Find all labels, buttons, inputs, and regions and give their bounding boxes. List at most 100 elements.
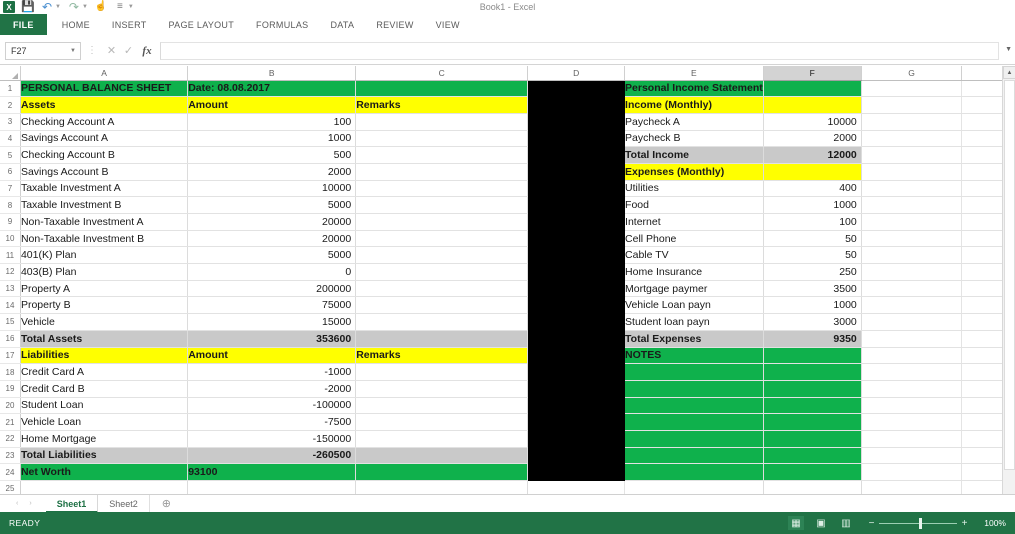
cell-B8[interactable]: 5000: [187, 196, 357, 214]
vertical-scroll-thumb[interactable]: [1004, 80, 1015, 470]
cell-C5[interactable]: [355, 146, 529, 164]
qat-dropdown-icon[interactable]: ▼: [128, 4, 134, 10]
cell-G9[interactable]: [861, 213, 963, 231]
cell-G10[interactable]: [861, 230, 963, 248]
cell-C24[interactable]: [355, 463, 529, 481]
cell-G17[interactable]: [861, 347, 963, 365]
cell-E20[interactable]: [624, 397, 764, 415]
cell-E24[interactable]: [624, 463, 764, 481]
expand-formula-bar-icon[interactable]: ▼: [1005, 46, 1012, 53]
cell-C1[interactable]: [355, 80, 529, 98]
cell-G22[interactable]: [861, 430, 963, 448]
cell-C20[interactable]: [355, 397, 529, 415]
cell-B24[interactable]: 93100: [187, 463, 357, 481]
cell-G20[interactable]: [861, 397, 963, 415]
row-header-24[interactable]: 24: [0, 463, 21, 481]
sheet-tab-sheet1[interactable]: Sheet1: [45, 494, 99, 513]
cell-G6[interactable]: [861, 163, 963, 181]
sheet-tab-sheet2[interactable]: Sheet2: [98, 494, 150, 513]
cell-E5[interactable]: Total Income: [624, 146, 764, 164]
row-header-17[interactable]: 17: [0, 347, 21, 365]
cell-B13[interactable]: 200000: [187, 280, 357, 298]
ribbon-tab-formulas[interactable]: FORMULAS: [245, 14, 319, 35]
cell-D3[interactable]: [527, 113, 626, 131]
cell-B19[interactable]: -2000: [187, 380, 357, 398]
cell-C8[interactable]: [355, 196, 529, 214]
cell-G18[interactable]: [861, 363, 963, 381]
cell-E10[interactable]: Cell Phone: [624, 230, 764, 248]
ribbon-tab-data[interactable]: DATA: [319, 14, 365, 35]
row-header-5[interactable]: 5: [0, 146, 21, 164]
cell-F20[interactable]: [763, 397, 862, 415]
normal-view-icon[interactable]: ▦: [788, 516, 804, 530]
row-header-13[interactable]: 13: [0, 280, 21, 298]
cell-E1[interactable]: Personal Income Statement: [624, 80, 764, 98]
column-header-b[interactable]: B: [187, 66, 357, 81]
cell-B7[interactable]: 10000: [187, 180, 357, 198]
cell-E11[interactable]: Cable TV: [624, 246, 764, 265]
cell-D14[interactable]: [527, 296, 626, 315]
cell-G12[interactable]: [861, 263, 963, 281]
cell-C10[interactable]: [355, 230, 529, 248]
cell-D12[interactable]: [527, 263, 626, 281]
cell-D18[interactable]: [527, 363, 626, 381]
add-sheet-icon[interactable]: ⊕: [162, 497, 171, 510]
cell-F22[interactable]: [763, 430, 862, 448]
cell-B23[interactable]: -260500: [187, 447, 357, 465]
row-header-2[interactable]: 2: [0, 96, 21, 114]
cell-B20[interactable]: -100000: [187, 397, 357, 415]
ribbon-tab-page-layout[interactable]: PAGE LAYOUT: [158, 14, 245, 35]
cell-B1[interactable]: Date: 08.08.2017: [187, 80, 357, 98]
cell-A15[interactable]: Vehicle: [20, 313, 189, 331]
zoom-level-label[interactable]: 100%: [978, 518, 1006, 528]
cell-G21[interactable]: [861, 413, 963, 431]
cell-F12[interactable]: 250: [763, 263, 862, 281]
cell-A5[interactable]: Checking Account B: [20, 146, 189, 164]
row-header-20[interactable]: 20: [0, 397, 21, 415]
row-header-14[interactable]: 14: [0, 296, 21, 315]
cell-A24[interactable]: Net Worth: [20, 463, 189, 481]
ribbon-tab-view[interactable]: VIEW: [425, 14, 471, 35]
cell-A21[interactable]: Vehicle Loan: [20, 413, 189, 431]
cell-E23[interactable]: [624, 447, 764, 465]
row-header-22[interactable]: 22: [0, 430, 21, 448]
cell-B22[interactable]: -150000: [187, 430, 357, 448]
cell-C17[interactable]: Remarks: [355, 347, 529, 365]
cell-A16[interactable]: Total Assets: [20, 330, 189, 348]
cell-B4[interactable]: 1000: [187, 130, 357, 148]
cell-D11[interactable]: [527, 246, 626, 265]
zoom-slider-thumb[interactable]: [919, 517, 922, 529]
column-header-c[interactable]: C: [355, 66, 529, 81]
cell-G11[interactable]: [861, 246, 963, 265]
redo-icon[interactable]: ↷: [68, 1, 80, 13]
cell-C23[interactable]: [355, 447, 529, 465]
cell-C14[interactable]: [355, 296, 529, 315]
cell-F5[interactable]: 12000: [763, 146, 862, 164]
cell-F11[interactable]: 50: [763, 246, 862, 265]
column-header-e[interactable]: E: [624, 66, 764, 81]
formula-input[interactable]: [160, 41, 999, 60]
cell-F9[interactable]: 100: [763, 213, 862, 231]
cell-D24[interactable]: [527, 463, 626, 481]
cell-C9[interactable]: [355, 213, 529, 231]
row-header-12[interactable]: 12: [0, 263, 21, 281]
row-header-3[interactable]: 3: [0, 113, 21, 131]
customize-qat-icon[interactable]: ≡: [114, 1, 126, 13]
cell-C11[interactable]: [355, 246, 529, 265]
name-box[interactable]: F27 ▼: [5, 41, 81, 60]
cell-C6[interactable]: [355, 163, 529, 181]
cell-C16[interactable]: [355, 330, 529, 348]
cell-G19[interactable]: [861, 380, 963, 398]
cell-F10[interactable]: 50: [763, 230, 862, 248]
cell-F7[interactable]: 400: [763, 180, 862, 198]
cell-D20[interactable]: [527, 397, 626, 415]
cell-E17[interactable]: NOTES: [624, 347, 764, 365]
cancel-entry-icon[interactable]: ✕: [103, 44, 120, 57]
cell-C12[interactable]: [355, 263, 529, 281]
cell-G2[interactable]: [861, 96, 963, 114]
cell-D13[interactable]: [527, 280, 626, 298]
cell-B2[interactable]: Amount: [187, 96, 357, 114]
name-box-dropdown-icon[interactable]: ▼: [70, 48, 76, 54]
cell-A3[interactable]: Checking Account A: [20, 113, 189, 131]
ribbon-tab-home[interactable]: HOME: [51, 14, 101, 35]
